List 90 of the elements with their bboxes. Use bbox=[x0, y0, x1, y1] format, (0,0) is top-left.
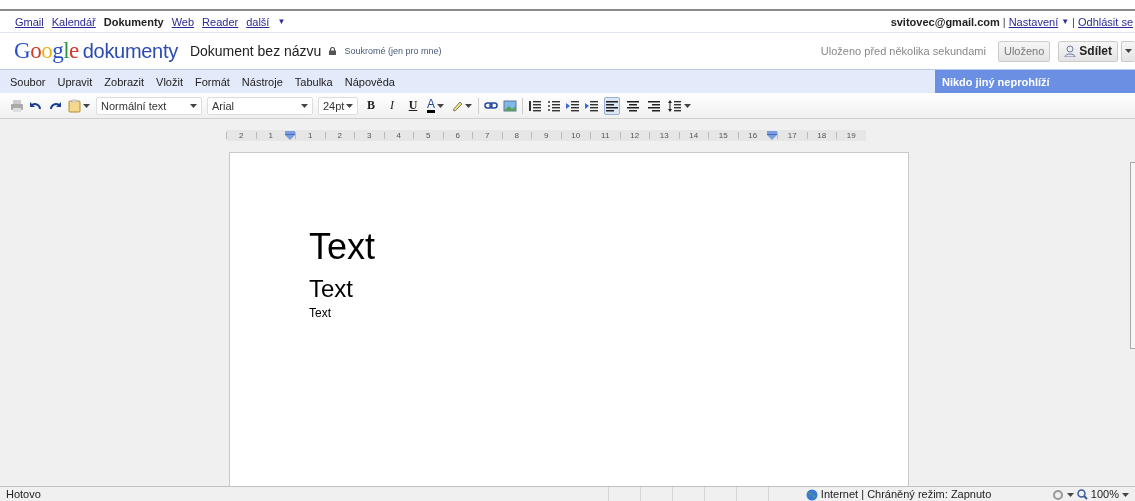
nav-link[interactable]: další bbox=[246, 15, 270, 28]
ruler-number: 8 bbox=[514, 132, 519, 139]
account-email: svitovec@gmail.com bbox=[890, 15, 1000, 28]
caret-icon bbox=[684, 103, 691, 108]
dropdown-arrow[interactable]: ▼ bbox=[277, 17, 286, 26]
status-text: Hotovo bbox=[6, 488, 42, 501]
ruler-number: 17 bbox=[787, 132, 797, 139]
nav-link[interactable]: Dokumenty bbox=[103, 15, 164, 28]
sign-out-link[interactable]: Odhlásit se bbox=[1077, 15, 1133, 28]
ruler-number: 5 bbox=[426, 132, 431, 139]
menu-item[interactable]: Zobrazit bbox=[98, 75, 151, 88]
product-name: dokumenty bbox=[82, 39, 178, 63]
numbered-list-icon[interactable] bbox=[528, 98, 542, 113]
font-dropdown[interactable]: Arial bbox=[207, 96, 313, 115]
ruler-number: 19 bbox=[846, 132, 856, 139]
ruler-number: 2 bbox=[239, 132, 244, 139]
caret-icon[interactable] bbox=[1122, 492, 1129, 497]
indent-marker-icon[interactable] bbox=[767, 131, 777, 140]
image-icon[interactable] bbox=[503, 98, 517, 113]
share-menu-button[interactable] bbox=[1121, 40, 1135, 62]
ruler-number: 2 bbox=[337, 132, 342, 139]
document-text: Text bbox=[309, 307, 331, 319]
saved-button[interactable]: Uloženo bbox=[997, 40, 1051, 62]
nav-link[interactable]: Reader bbox=[202, 15, 239, 28]
ruler-number: 9 bbox=[544, 132, 549, 139]
menu-item[interactable]: Tabulka bbox=[288, 75, 339, 88]
logo-text: Google bbox=[14, 38, 79, 64]
underline-button[interactable]: U bbox=[405, 96, 421, 115]
italic-button[interactable]: I bbox=[384, 96, 400, 115]
nav-link[interactable]: Kalendář bbox=[51, 15, 96, 28]
increase-indent-icon[interactable] bbox=[585, 98, 599, 113]
separator: | bbox=[1072, 15, 1075, 28]
security-zone: Internet | Chráněný režim: Zapnuto bbox=[820, 488, 992, 501]
menu-item[interactable]: Vložit bbox=[150, 75, 189, 88]
menu-item[interactable]: Formát bbox=[189, 75, 236, 88]
document-title[interactable]: Dokument bez názvu bbox=[189, 43, 322, 59]
caret-icon[interactable] bbox=[1066, 492, 1074, 497]
document-text: Text bbox=[309, 229, 376, 265]
bulleted-list-icon[interactable] bbox=[547, 98, 561, 113]
ruler-number: 18 bbox=[817, 132, 827, 139]
viewers-panel: Nikdo jiný neprohlíží bbox=[935, 70, 1135, 93]
ruler-number: 16 bbox=[748, 132, 758, 139]
share-button[interactable]: Sdílet bbox=[1058, 40, 1118, 62]
lock-icon bbox=[329, 47, 337, 55]
caret-icon bbox=[83, 103, 90, 108]
line-spacing-icon bbox=[668, 98, 682, 113]
text-color-button[interactable]: A bbox=[426, 96, 445, 115]
separator: | bbox=[1002, 15, 1006, 28]
ruler-number: 10 bbox=[571, 132, 581, 139]
style-dropdown[interactable]: Normální text bbox=[96, 96, 202, 115]
ruler-number: 1 bbox=[308, 132, 313, 139]
caret-icon bbox=[437, 103, 444, 108]
scrollbar-thumb[interactable] bbox=[1130, 162, 1135, 349]
dropdown-arrow[interactable]: ▼ bbox=[1061, 17, 1070, 26]
menu-item[interactable]: Soubor bbox=[4, 75, 52, 88]
ruler-number: 11 bbox=[601, 132, 610, 139]
decrease-indent-icon[interactable] bbox=[566, 98, 580, 113]
ruler-number: 15 bbox=[718, 132, 728, 139]
caret-icon bbox=[346, 103, 353, 108]
ruler-number: 3 bbox=[367, 132, 372, 139]
bold-button[interactable]: B bbox=[363, 96, 379, 115]
ruler-number: 1 bbox=[268, 132, 273, 139]
document-text: Text bbox=[309, 277, 353, 301]
clipboard-icon bbox=[68, 98, 81, 113]
ruler-number: 4 bbox=[396, 132, 401, 139]
ruler-number: 7 bbox=[485, 132, 490, 139]
ruler-number: 12 bbox=[630, 132, 640, 139]
person-icon bbox=[1064, 45, 1077, 57]
highlighter-icon bbox=[451, 99, 463, 112]
menu-item[interactable]: Nástroje bbox=[235, 75, 289, 88]
indent-marker-icon[interactable] bbox=[285, 131, 295, 140]
menu-item[interactable]: Nápověda bbox=[338, 75, 401, 88]
menu-item[interactable]: Upravit bbox=[51, 75, 99, 88]
caret-icon bbox=[190, 103, 197, 108]
ruler-number: 6 bbox=[455, 132, 460, 139]
settings-link[interactable]: Nastavení bbox=[1008, 15, 1059, 28]
caret-icon bbox=[465, 103, 472, 108]
privacy-label[interactable]: Soukromé (jen pro mne) bbox=[344, 46, 442, 56]
zoom-level[interactable]: 100% bbox=[1090, 488, 1119, 501]
align-left-button[interactable] bbox=[604, 96, 620, 115]
caret-icon bbox=[1125, 49, 1132, 53]
nav-link[interactable]: Gmail bbox=[15, 15, 44, 28]
caret-icon bbox=[301, 103, 308, 108]
font-size-dropdown[interactable]: 24pt bbox=[318, 96, 358, 115]
nav-link[interactable]: Web bbox=[171, 15, 195, 28]
globe-icon bbox=[805, 488, 818, 501]
save-status: Uloženo před několika sekundami bbox=[820, 45, 986, 57]
zoom-icon[interactable] bbox=[1076, 489, 1088, 500]
ruler-number: 14 bbox=[689, 132, 699, 139]
ruler-number: 13 bbox=[659, 132, 669, 139]
